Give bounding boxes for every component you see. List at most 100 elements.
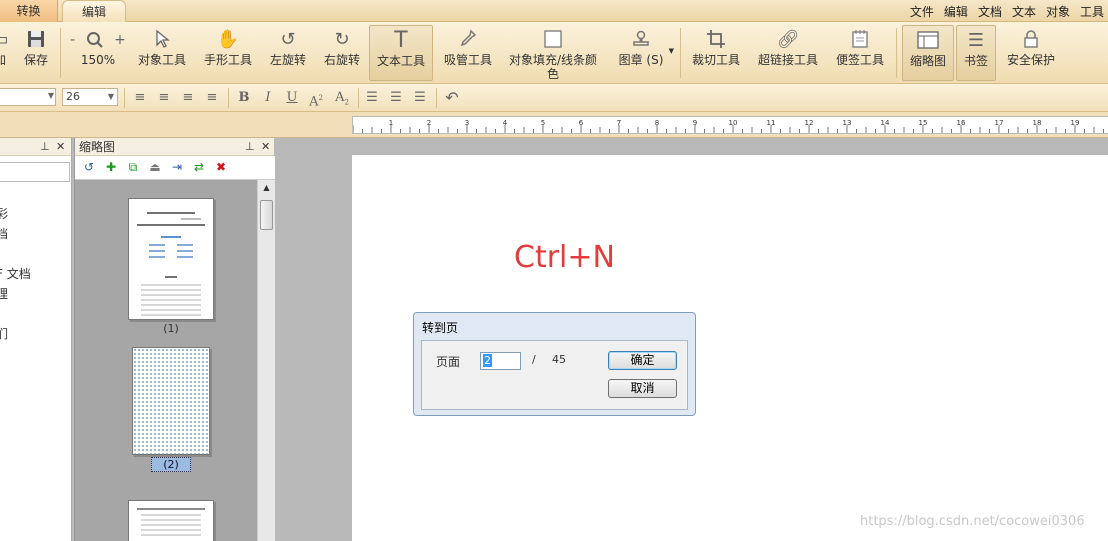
separator — [436, 88, 437, 108]
format-toolbar: ▼ 26 ▼ ≡ ≡ ≡ ≡ B I U A2 A2 ☰ ☰ ☰ ↶ — [0, 84, 1108, 112]
align-justify-icon[interactable]: ≡ — [202, 89, 222, 107]
search-input[interactable] — [0, 162, 70, 182]
menu-document[interactable]: 文档 — [978, 3, 1002, 20]
bookmarks-toggle[interactable]: ☰ 书签 — [956, 25, 996, 81]
list-item[interactable]: 理 — [0, 284, 31, 304]
ruler-number: 14 — [881, 119, 890, 127]
floppy-disk-icon — [18, 29, 54, 51]
scrollbar[interactable]: ▲ — [257, 180, 275, 541]
page-number-input[interactable]: 2 — [480, 352, 521, 370]
rotate-right-button[interactable]: ↻ 右旋转 — [320, 25, 364, 81]
delete-icon[interactable]: ✖ — [213, 159, 229, 175]
bold-icon[interactable]: B — [234, 89, 254, 107]
separator — [358, 88, 359, 108]
hyperlink-tool-button[interactable]: 🔗︎ 超链接工具 — [756, 25, 820, 81]
add-button[interactable]: ▭ 加 — [0, 25, 12, 81]
scrollbar-thumb[interactable] — [260, 200, 273, 230]
paragraph-spacing-icon[interactable]: ☰ — [386, 89, 406, 107]
align-right-icon[interactable]: ≡ — [178, 89, 198, 107]
superscript-icon[interactable]: A2 — [306, 89, 326, 109]
thumbnail-panel: 缩略图 ⊥ ✕ ↺ ✚ ⧉ ⏏ ⇥ ⇄ ✖ (1) (2) ▲ — [74, 138, 275, 541]
zoom-out-button[interactable]: - — [70, 32, 75, 48]
separator — [228, 88, 229, 108]
bookmark-list: 彩 档 F 文档 理 们 — [0, 204, 31, 344]
zoom-level[interactable]: 150% — [64, 53, 132, 67]
page-thumbnail-1[interactable] — [128, 198, 214, 320]
page-label: (1) — [163, 322, 179, 335]
hand-icon: ✋ — [216, 29, 240, 50]
eyedropper-button[interactable]: 吸管工具 — [440, 25, 496, 81]
list-item[interactable]: 彩 — [0, 204, 31, 224]
separator — [60, 28, 61, 78]
pin-icon[interactable]: ⊥ — [245, 138, 255, 156]
save-button[interactable]: 保存 — [18, 25, 54, 81]
menu-file[interactable]: 文件 — [910, 3, 934, 20]
add-pages-icon[interactable]: ⧉ — [125, 159, 141, 175]
ok-button[interactable]: 确定 — [608, 351, 677, 370]
tab-convert[interactable]: 转换 — [0, 0, 58, 22]
security-button[interactable]: 安全保护 — [1002, 25, 1060, 81]
subscript-icon[interactable]: A2 — [332, 89, 352, 107]
italic-icon[interactable]: I — [258, 89, 278, 107]
rotate-left-button[interactable]: ↺ 左旋转 — [266, 25, 310, 81]
zoom-group: - + 150% — [64, 25, 132, 81]
list-item[interactable]: 们 — [0, 324, 31, 344]
menu-text[interactable]: 文本 — [1012, 3, 1036, 20]
hand-tool-button[interactable]: ✋ 手形工具 — [200, 25, 256, 81]
crop-tool-button[interactable]: 裁切工具 — [688, 25, 744, 81]
horizontal-ruler: 1 2 3 4 5 6 7 8 9 10 11 12 13 14 15 16 17 18 19 — [352, 116, 1108, 134]
note-tool-button[interactable]: 便签工具 — [832, 25, 888, 81]
list-item[interactable]: 档 — [0, 224, 31, 244]
line-spacing-icon[interactable]: ☰ — [362, 89, 382, 107]
text-tool-button[interactable]: T 文本工具 — [369, 25, 433, 81]
close-icon[interactable]: ✕ — [56, 138, 65, 156]
add-icon: ▭ — [0, 29, 12, 51]
panel-header: 缩略图 ⊥ ✕ — [75, 138, 274, 156]
pin-icon[interactable]: ⊥ — [40, 138, 50, 156]
ruler-number: 15 — [919, 119, 928, 127]
menu-object[interactable]: 对象 — [1046, 3, 1070, 20]
text-t-icon: T — [394, 28, 408, 53]
ruler-number: 17 — [995, 119, 1004, 127]
panel-header: ⊥ ✕ — [0, 138, 71, 156]
close-icon[interactable]: ✕ — [261, 138, 270, 156]
insert-page-icon[interactable]: ✚ — [103, 159, 119, 175]
chevron-down-icon[interactable]: ▼ — [45, 88, 57, 106]
ruler-number: 4 — [503, 119, 508, 127]
rotate-left-icon: ↺ — [280, 29, 296, 50]
zoom-in-button[interactable]: + — [114, 32, 126, 48]
export-icon[interactable]: ⇥ — [169, 159, 185, 175]
stamp-button[interactable]: 图章 (S) ▼ — [608, 25, 674, 81]
chevron-down-icon[interactable]: ▼ — [669, 47, 674, 55]
menu-tools[interactable]: 工具 — [1080, 3, 1104, 20]
indent-icon[interactable]: ☰ — [410, 89, 430, 107]
font-size-select[interactable]: 26 ▼ — [62, 88, 118, 106]
thumbnail-panel-icon — [903, 30, 953, 52]
menu-bar: 文件 编辑 文档 文本 对象 工具 — [910, 0, 1104, 22]
scroll-up-icon[interactable]: ▲ — [260, 182, 273, 194]
undo-icon[interactable]: ↶ — [442, 89, 462, 107]
tab-edit[interactable]: 编辑 — [62, 0, 126, 22]
align-center-icon[interactable]: ≡ — [154, 89, 174, 107]
rotate-icon[interactable]: ↺ — [81, 159, 97, 175]
shortcut-annotation: Ctrl+N — [514, 240, 615, 275]
fill-stroke-color-button[interactable]: 对象填充/线条颜 色 — [506, 25, 600, 81]
thumbnails-toggle[interactable]: 缩略图 — [902, 25, 954, 81]
replace-page-icon[interactable]: ⇄ — [191, 159, 207, 175]
ruler-number: 13 — [843, 119, 852, 127]
underline-icon[interactable]: U — [282, 89, 302, 107]
stamp-icon — [608, 29, 674, 51]
extract-icon[interactable]: ⏏ — [147, 159, 163, 175]
page-thumbnail-2[interactable] — [132, 347, 210, 455]
ruler-number: 12 — [805, 119, 814, 127]
object-tool-button[interactable]: 对象工具 — [134, 25, 190, 81]
align-left-icon[interactable]: ≡ — [130, 89, 150, 107]
menu-edit[interactable]: 编辑 — [944, 3, 968, 20]
ruler-number: 10 — [729, 119, 738, 127]
thumbnail-list: (1) (2) — [75, 180, 257, 541]
page-thumbnail-3[interactable] — [128, 500, 214, 541]
dialog-title: 转到页 — [422, 321, 459, 335]
magnifier-icon[interactable] — [86, 32, 108, 48]
cancel-button[interactable]: 取消 — [608, 379, 677, 398]
list-item[interactable]: F 文档 — [0, 264, 31, 284]
